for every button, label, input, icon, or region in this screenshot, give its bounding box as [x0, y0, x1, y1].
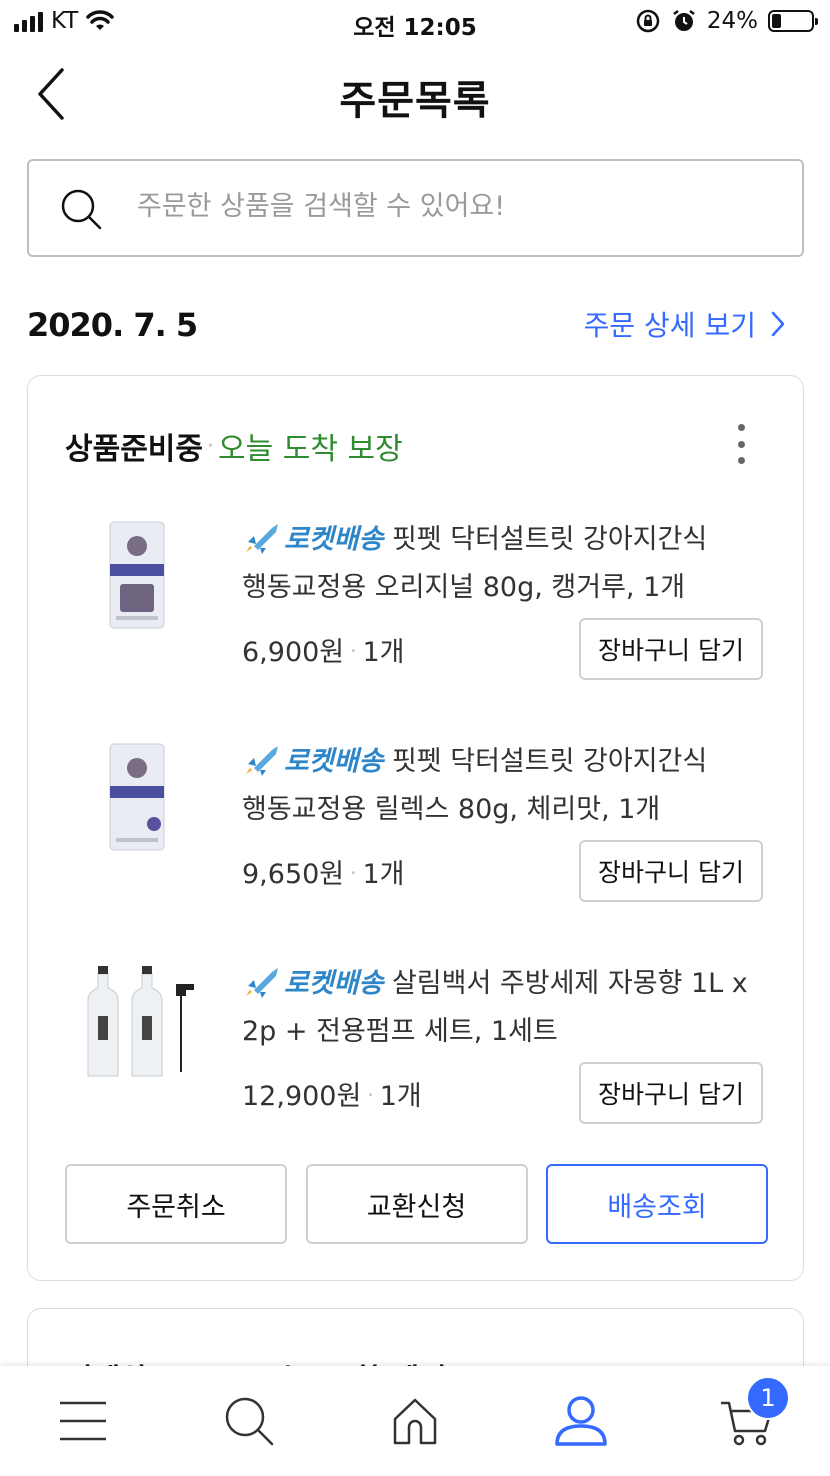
cart-count-badge: 1	[746, 1376, 790, 1420]
cancel-order-button[interactable]: 주문취소	[65, 1164, 287, 1244]
home-icon	[393, 1398, 437, 1445]
tab-cart[interactable]: 1	[702, 1376, 792, 1466]
page-title: 주문목록	[339, 78, 491, 124]
add-to-cart-button[interactable]: 장바구니 담기	[579, 1062, 763, 1124]
add-to-cart-button[interactable]: 장바구니 담기	[579, 840, 763, 902]
bottom-tab-bar: 1	[0, 1366, 830, 1476]
order-detail-label: 주문 상세 보기	[583, 309, 756, 342]
item-price: 12,900원	[242, 1081, 362, 1112]
tab-search[interactable]	[204, 1376, 294, 1466]
menu-icon	[60, 1401, 106, 1441]
item-title[interactable]: 로켓배송 핏펫 닥터설트릿 강아지간식 행동교정용 오리지널 80g, 캥거루,…	[242, 516, 772, 612]
order-actions: 주문취소 교환신청 배송조회	[65, 1164, 768, 1244]
product-image	[109, 521, 165, 629]
battery-percent: 24%	[706, 8, 758, 34]
alarm-icon	[673, 10, 695, 31]
exchange-request-button[interactable]: 교환신청	[305, 1164, 528, 1244]
item-price: 6,900원	[242, 637, 345, 668]
tab-menu[interactable]	[38, 1376, 128, 1466]
rotation-lock-icon	[636, 9, 660, 33]
order-status: 상품준비중	[65, 432, 203, 467]
item-price-row: 12,900원 · 1개	[242, 1081, 422, 1112]
order-status-row: 상품준비중 · 오늘 도착 보장	[65, 424, 403, 468]
tab-home[interactable]	[370, 1376, 460, 1466]
search-input[interactable]	[137, 191, 757, 222]
rocket-delivery-label: 로켓배송	[284, 524, 384, 555]
status-right: 24%	[635, 8, 818, 34]
track-delivery-button[interactable]: 배송조회	[546, 1164, 768, 1244]
order-detail-link[interactable]: 주문 상세 보기	[584, 304, 786, 344]
item-qty: 1개	[362, 859, 405, 890]
status-bar: KT 오전 12:05 24%	[0, 0, 830, 46]
item-price-row: 6,900원 · 1개	[242, 637, 405, 668]
rocket-icon	[246, 968, 278, 998]
order-item[interactable]: 로켓배송 살림백서 주방세제 자몽향 1L x 2p + 전용펌프 세트, 1세…	[28, 960, 805, 1160]
product-image	[87, 966, 194, 1077]
search-icon	[225, 1397, 274, 1446]
user-icon	[555, 1396, 607, 1446]
chevron-right-icon	[771, 311, 785, 337]
item-price-row: 9,650원 · 1개	[242, 859, 405, 890]
rocket-delivery-label: 로켓배송	[284, 746, 384, 777]
rocket-icon	[246, 746, 278, 776]
product-image	[109, 743, 165, 851]
status-separator: ·	[207, 433, 214, 459]
item-qty: 1개	[362, 637, 405, 668]
add-to-cart-button[interactable]: 장바구니 담기	[579, 618, 763, 680]
battery-icon	[768, 10, 818, 32]
tab-my-account[interactable]	[536, 1376, 626, 1466]
rocket-icon	[246, 524, 278, 554]
order-item[interactable]: 로켓배송 핏펫 닥터설트릿 강아지간식 행동교정용 릴렉스 80g, 체리맛, …	[28, 738, 805, 938]
nav-bar: 주문목록	[0, 48, 830, 144]
item-qty: 1개	[379, 1081, 422, 1112]
item-price: 9,650원	[242, 859, 345, 890]
more-options-icon[interactable]	[735, 424, 747, 464]
order-card: 상품준비중 · 오늘 도착 보장 로켓배송 핏펫 닥터설트릿 강아지간식 행동교…	[27, 375, 804, 1281]
order-item[interactable]: 로켓배송 핏펫 닥터설트릿 강아지간식 행동교정용 오리지널 80g, 캥거루,…	[28, 516, 805, 716]
item-title[interactable]: 로켓배송 살림백서 주방세제 자몽향 1L x 2p + 전용펌프 세트, 1세…	[242, 960, 772, 1056]
search-icon	[61, 189, 102, 230]
rocket-delivery-label: 로켓배송	[284, 968, 384, 999]
delivery-guarantee: 오늘 도착 보장	[218, 432, 403, 467]
item-title[interactable]: 로켓배송 핏펫 닥터설트릿 강아지간식 행동교정용 릴렉스 80g, 체리맛, …	[242, 738, 772, 834]
search-box[interactable]	[27, 159, 804, 257]
order-date: 2020. 7. 5	[27, 306, 198, 344]
